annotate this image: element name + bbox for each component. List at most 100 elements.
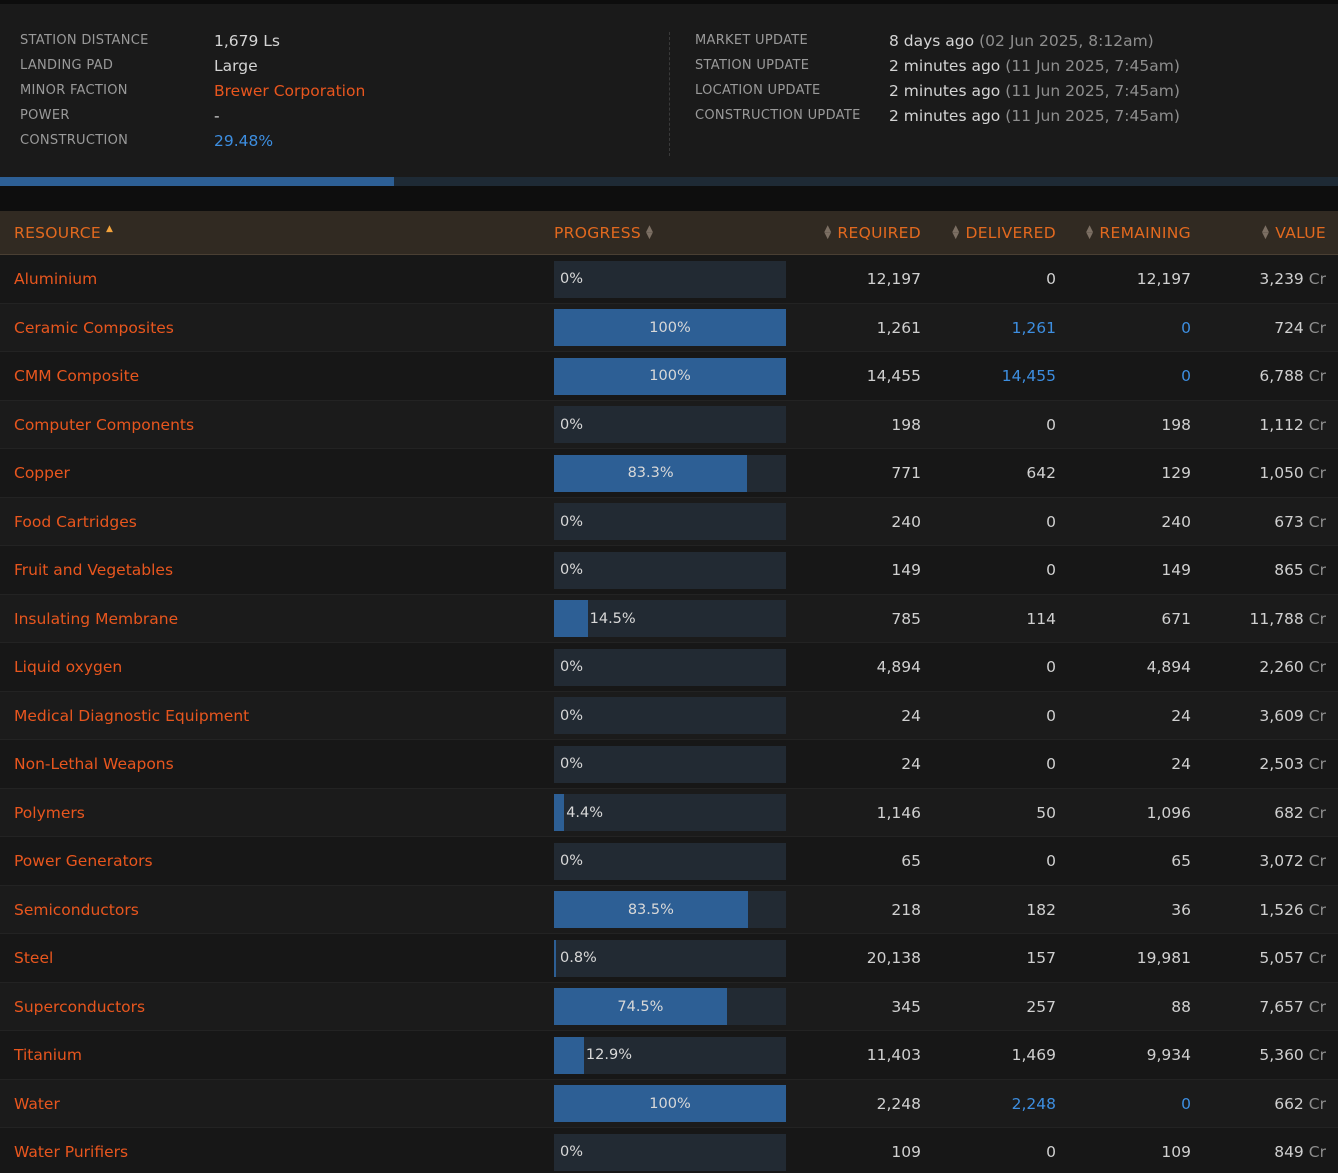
resource-name-link[interactable]: Computer Components [14,401,194,449]
resource-name-link[interactable]: Semiconductors [14,886,139,934]
sort-icon: ▲ ▼ [1086,224,1094,241]
required-value: 1,146 [876,803,921,822]
column-header-label: REQUIRED [837,224,921,242]
value-amount: 3,072 [1259,852,1304,870]
progress-label: 4.4% [566,804,604,821]
table-row: Non-Lethal Weapons 0% 24 0 24 2,503 Cr [0,740,1338,789]
delivered-value: 0 [1046,1143,1056,1161]
resource-name-link[interactable]: Aluminium [14,255,97,303]
resource-name-link[interactable]: Titanium [14,1031,82,1079]
progress-bar: 12.9% [554,1036,786,1074]
value-cell: 682 Cr [1274,789,1326,837]
value-cell: 3,072 Cr [1259,837,1326,885]
progress-label: 0% [560,853,584,869]
resource-name-link[interactable]: Power Generators [14,837,153,885]
table-row: Aluminium 0% 12,197 0 12,197 3,239 Cr [0,255,1338,304]
table-row: Computer Components 0% 198 0 198 1,112 Cr [0,400,1338,449]
value-cell: 6,788 Cr [1259,352,1326,400]
section-gap [0,186,1338,211]
value-amount: 1,526 [1259,900,1304,919]
required-value: 785 [891,609,921,628]
info-value[interactable]: Brewer Corporation [214,82,365,100]
delivered-value: 157 [1026,949,1056,967]
info-row: MINOR FACTION Brewer Corporation [20,78,660,103]
resource-name-link[interactable]: Ceramic Composites [14,304,174,352]
remaining-value: 198 [1161,415,1191,434]
value-cell: 2,260 Cr [1259,643,1326,691]
resource-name-link[interactable]: Polymers [14,789,85,837]
table-row: Steel 0.8% 20,138 157 19,981 5,057 Cr [0,934,1338,983]
progress-cell: 0% [554,498,786,546]
progress-label: 100% [649,1095,691,1112]
resource-name-link[interactable]: Insulating Membrane [14,595,178,643]
column-header-delivered[interactable]: ▲ ▼ DELIVERED [952,211,1056,255]
delivered-value: 50 [1036,803,1056,822]
resource-name-link[interactable]: Copper [14,449,70,497]
progress-cell: 0% [554,740,786,788]
column-header-resource[interactable]: RESOURCE ▲ [14,211,113,255]
progress-label: 83.5% [627,901,674,918]
progress-bar: 0% [554,648,786,686]
table-row: Water 100% 2,248 2,248 0 662 Cr [0,1079,1338,1128]
info-timestamp: (02 Jun 2025, 8:12am) [979,31,1154,50]
info-row: LANDING PAD Large [20,53,660,78]
table-row: Water Purifiers 0% 109 0 109 849 Cr [0,1128,1338,1173]
currency-suffix: Cr [1308,367,1326,385]
column-header-label: DELIVERED [965,224,1056,242]
column-header-value[interactable]: ▲ ▼ VALUE [1262,211,1326,255]
info-label: CONSTRUCTION UPDATE [695,108,861,123]
remaining-value: 24 [1171,755,1191,773]
resource-name-link[interactable]: Water Purifiers [14,1128,128,1173]
resource-name-link[interactable]: Medical Diagnostic Equipment [14,692,249,740]
progress-bar: 100% [554,357,786,395]
progress-bar: 100% [554,1085,786,1122]
currency-suffix: Cr [1308,561,1326,579]
resource-name-link[interactable]: Steel [14,934,53,982]
progress-label: 0% [560,562,584,578]
column-header-required[interactable]: ▲ ▼ REQUIRED [824,211,921,255]
value-cell: 724 Cr [1274,304,1326,352]
resource-name-link[interactable]: Water [14,1080,60,1128]
remaining-value: 109 [1161,1143,1191,1161]
column-header-remaining[interactable]: ▲ ▼ REMAINING [1086,211,1191,255]
required-value: 109 [891,1143,921,1161]
table-row: Copper 83.3% 771 642 129 1,050 Cr [0,449,1338,498]
progress-label: 74.5% [617,998,664,1015]
required-value: 149 [891,561,921,579]
required-value: 14,455 [866,367,921,385]
progress-bar: 0% [554,503,786,540]
resource-name-link[interactable]: Fruit and Vegetables [14,546,173,594]
currency-suffix: Cr [1308,706,1326,725]
required-value: 24 [901,755,921,773]
resource-name-link[interactable]: Food Cartridges [14,498,137,546]
station-info-panel: STATION DISTANCE 1,679 Ls LANDING PAD Large… [0,4,1338,177]
required-value: 65 [901,852,921,870]
resource-name-link[interactable]: Liquid oxygen [14,643,122,691]
progress-cell: 14.5% [554,595,786,643]
currency-suffix: Cr [1308,852,1326,870]
value-amount: 2,260 [1259,658,1304,676]
progress-bar-fill [554,1036,584,1074]
currency-suffix: Cr [1308,270,1326,288]
progress-label: 0% [560,416,584,433]
value-cell: 1,526 Cr [1259,886,1326,934]
column-header-progress[interactable]: PROGRESS ▲ ▼ [554,211,653,255]
currency-suffix: Cr [1308,512,1326,531]
progress-label: 14.5% [589,610,636,627]
value-amount: 673 [1274,512,1304,531]
progress-cell: 0% [554,837,786,885]
value-cell: 1,050 Cr [1259,449,1326,497]
info-row: LOCATION UPDATE 2 minutes ago (11 Jun 2025… [695,78,1325,103]
remaining-value: 65 [1171,852,1191,870]
resource-name-link[interactable]: Superconductors [14,983,145,1031]
table-row: Ceramic Composites 100% 1,261 1,261 0 724 Cr [0,303,1338,352]
info-row: POWER - [20,103,660,128]
value-amount: 682 [1274,803,1304,822]
currency-suffix: Cr [1308,1143,1326,1161]
table-row: Insulating Membrane 14.5% 785 114 671 11,788 C… [0,594,1338,643]
info-row: CONSTRUCTION UPDATE 2 minutes ago (11 Jun … [695,103,1325,128]
resource-name-link[interactable]: Non-Lethal Weapons [14,740,174,788]
required-value: 240 [891,512,921,531]
resource-name-link[interactable]: CMM Composite [14,352,139,400]
progress-bar: 0% [554,842,786,880]
